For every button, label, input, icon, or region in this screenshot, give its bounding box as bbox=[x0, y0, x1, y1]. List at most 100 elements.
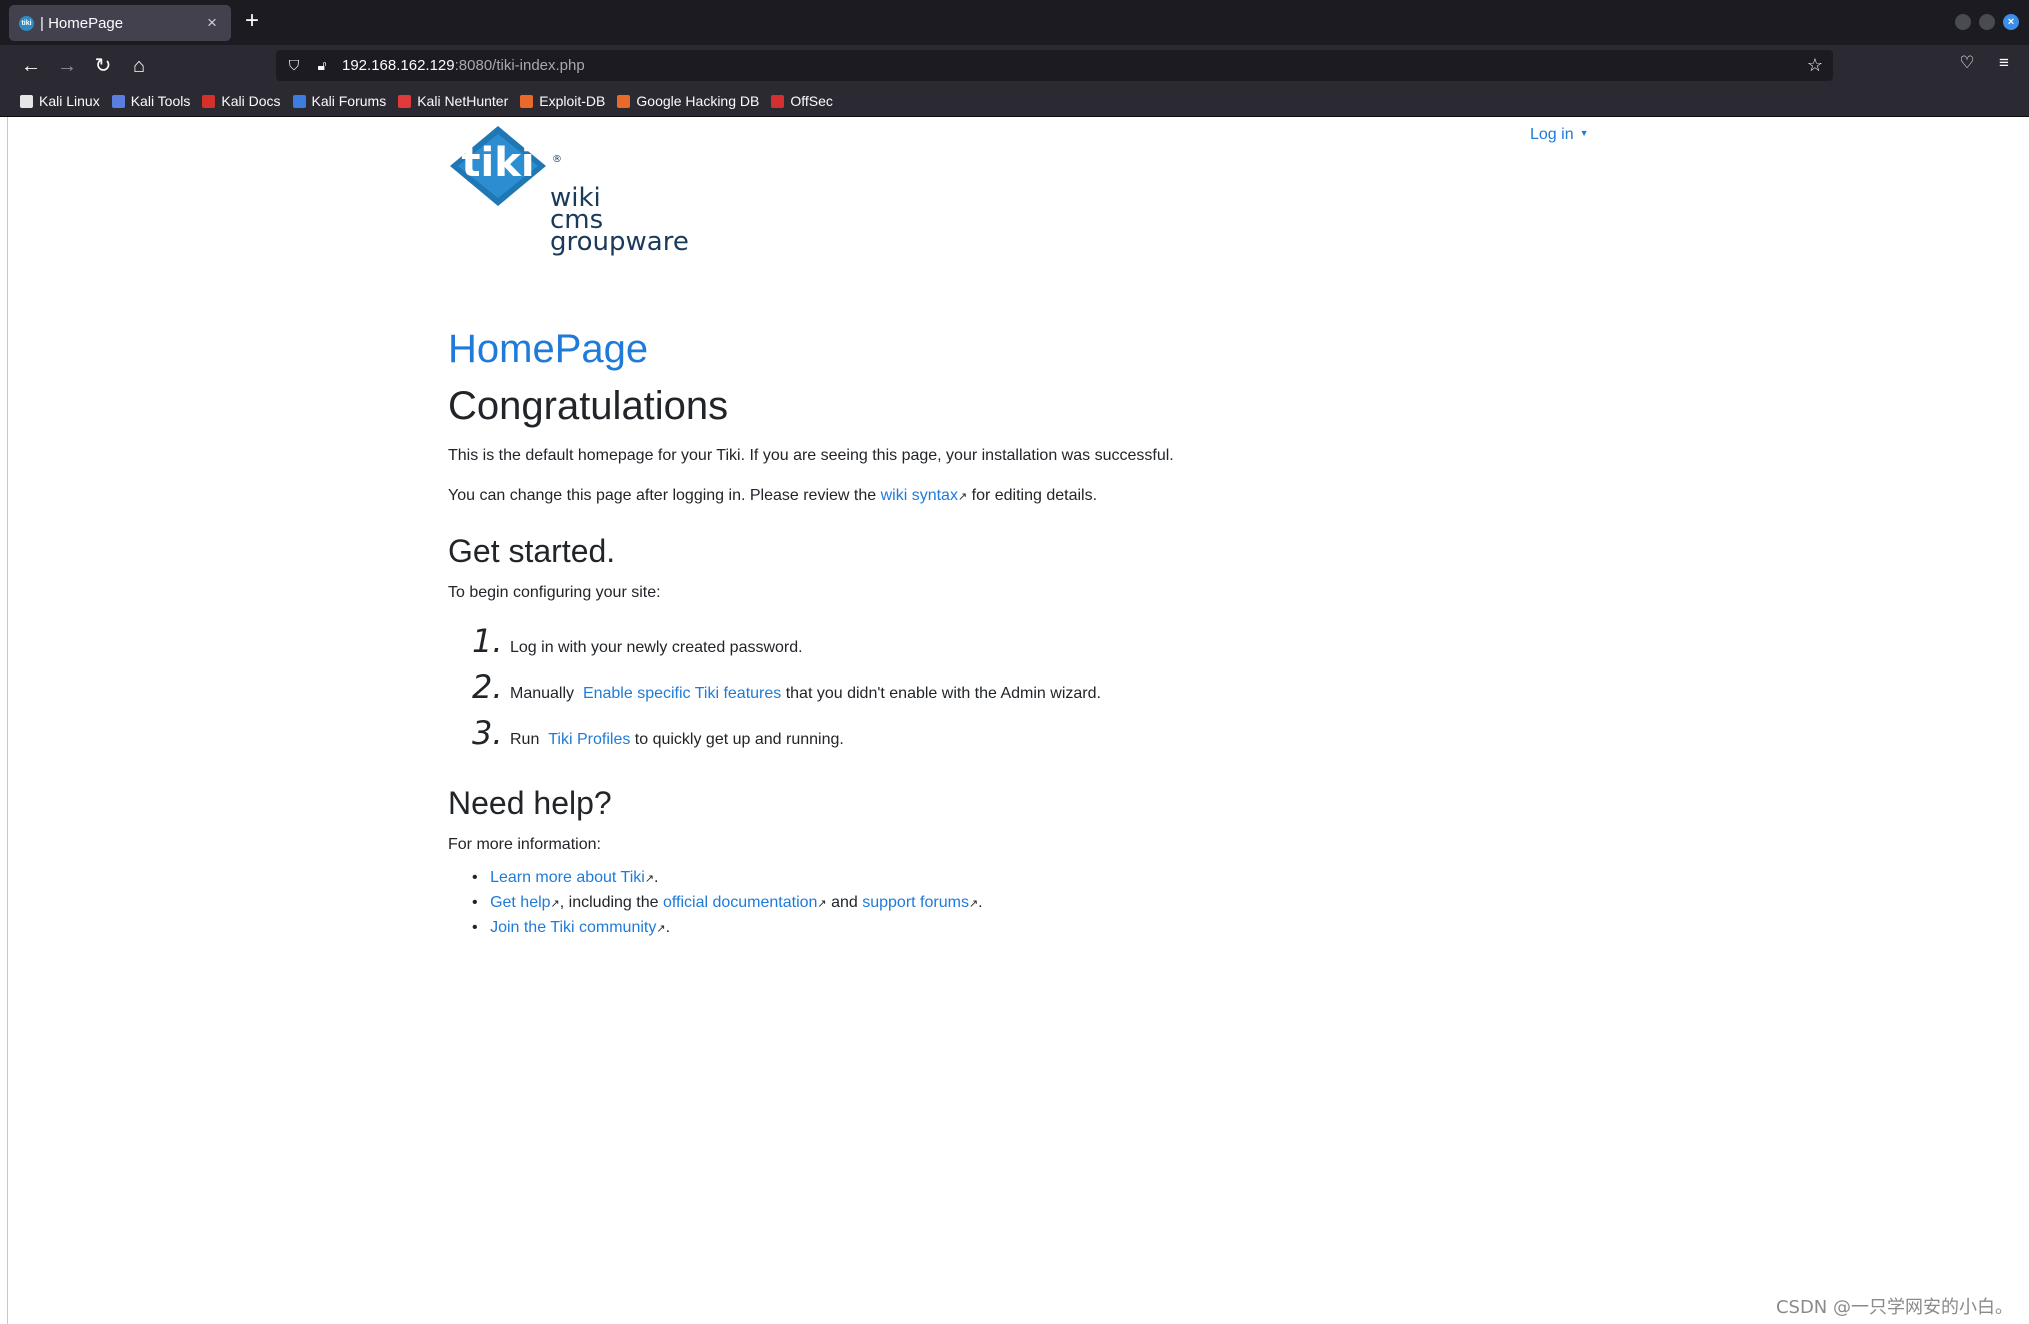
bookmark-kali-tools[interactable]: Kali Tools bbox=[111, 93, 191, 109]
step-text: Manually bbox=[510, 685, 579, 702]
learn-more-link[interactable]: Learn more about Tiki bbox=[490, 869, 645, 886]
logo-line-groupware: groupware bbox=[550, 227, 689, 257]
list-item: 2. Manually Enable specific Tiki feature… bbox=[472, 668, 1548, 714]
bookmark-kali-forums[interactable]: Kali Forums bbox=[292, 93, 387, 109]
bookmark-label: Kali Docs bbox=[221, 93, 281, 109]
login-dropdown[interactable]: Log in ▼ bbox=[1530, 126, 1589, 144]
address-bar[interactable]: ⛉ 🔓︎ 192.168.162.129:8080/tiki-index.php… bbox=[276, 50, 1833, 81]
forward-button[interactable]: → bbox=[54, 53, 80, 79]
kali-dragon-icon bbox=[20, 94, 33, 108]
bookmark-label: Kali Linux bbox=[39, 93, 100, 109]
step-text: Run bbox=[510, 731, 544, 748]
tab-title: | HomePage bbox=[40, 14, 124, 32]
bookmark-offsec[interactable]: OffSec bbox=[771, 93, 833, 109]
list-item: 3. Run Tiki Profiles to quickly get up a… bbox=[472, 714, 1548, 760]
bookmark-label: Kali Tools bbox=[130, 93, 191, 109]
bookmarks-toolbar: Kali Linux Kali Tools Kali Docs Kali For… bbox=[0, 86, 2029, 117]
main-content: HomePage Congratulations This is the def… bbox=[448, 325, 1548, 941]
offsec-icon bbox=[771, 94, 785, 108]
external-link-icon: ↗ bbox=[550, 898, 560, 910]
official-documentation-link[interactable]: official documentation bbox=[663, 894, 817, 911]
bookmark-label: Kali Forums bbox=[311, 93, 387, 109]
list-item: Learn more about Tiki↗. bbox=[472, 866, 1548, 891]
step-text-after: that you didn't enable with the Admin wi… bbox=[781, 685, 1101, 702]
step-number: 2. bbox=[472, 668, 503, 706]
bookmark-kali-docs[interactable]: Kali Docs bbox=[202, 93, 281, 109]
list-item: Join the Tiki community↗. bbox=[472, 916, 1548, 941]
external-link-icon: ↗ bbox=[644, 873, 655, 885]
tiki-profiles-link[interactable]: Tiki Profiles bbox=[548, 731, 630, 748]
bookmark-label: OffSec bbox=[790, 93, 833, 109]
join-community-link[interactable]: Join the Tiki community bbox=[490, 919, 656, 936]
new-tab-button[interactable]: + bbox=[240, 9, 264, 34]
step-number: 3. bbox=[472, 714, 503, 752]
punctuation: . bbox=[978, 894, 983, 911]
csdn-watermark: CSDN @一只学网安的小白。 bbox=[1775, 1297, 2013, 1318]
nethunter-icon bbox=[398, 94, 412, 108]
ghdb-icon bbox=[617, 94, 631, 108]
review-paragraph: You can change this page after logging i… bbox=[448, 485, 1548, 508]
punctuation: . bbox=[665, 919, 671, 936]
help-text: , including the bbox=[559, 894, 663, 911]
get-started-intro: To begin configuring your site: bbox=[448, 584, 661, 601]
external-link-icon: ↗ bbox=[957, 491, 968, 503]
help-list: Learn more about Tiki↗. Get help↗, inclu… bbox=[472, 866, 1548, 941]
get-started-heading: Get started. bbox=[448, 533, 616, 569]
bookmark-google-hacking-db[interactable]: Google Hacking DB bbox=[617, 93, 759, 109]
kali-forums-icon bbox=[292, 94, 306, 108]
close-tab-icon[interactable]: × bbox=[203, 13, 221, 33]
congratulations-heading: Congratulations bbox=[448, 384, 729, 428]
external-link-icon: ↗ bbox=[817, 898, 827, 910]
url-path: :8080/tiki-index.php bbox=[454, 57, 585, 74]
tab-bar: tiki | HomePage × + × bbox=[0, 0, 2029, 45]
bookmark-kali-linux[interactable]: Kali Linux bbox=[20, 93, 100, 109]
maximize-button[interactable] bbox=[1979, 14, 1995, 30]
review-text-after: for editing details. bbox=[967, 487, 1098, 504]
bookmark-label: Kali NetHunter bbox=[417, 93, 509, 109]
external-link-icon: ↗ bbox=[968, 898, 979, 910]
help-intro: For more information: bbox=[448, 836, 601, 853]
home-button[interactable]: ⌂ bbox=[126, 53, 152, 79]
back-button[interactable]: ← bbox=[18, 53, 44, 79]
need-help-heading: Need help? bbox=[448, 785, 612, 821]
step-text: Log in with your newly created password. bbox=[510, 639, 803, 656]
get-help-link[interactable]: Get help bbox=[490, 894, 550, 911]
pocket-icon[interactable]: ♡ bbox=[1955, 53, 1979, 73]
review-text-before: You can change this page after logging i… bbox=[448, 487, 881, 504]
shield-icon[interactable]: ⛉ bbox=[286, 57, 302, 74]
page-title[interactable]: HomePage bbox=[448, 325, 1548, 373]
bookmark-kali-nethunter[interactable]: Kali NetHunter bbox=[398, 93, 508, 109]
kali-docs-icon bbox=[202, 94, 216, 108]
enable-features-link[interactable]: Enable specific Tiki features bbox=[583, 685, 781, 702]
tiki-logo[interactable]: tiki ® wiki cms groupware bbox=[446, 124, 706, 264]
exploit-db-icon bbox=[520, 94, 534, 108]
step-text-after: to quickly get up and running. bbox=[630, 731, 844, 748]
wiki-syntax-link[interactable]: wiki syntax bbox=[881, 487, 958, 504]
punctuation: . bbox=[654, 869, 659, 886]
menu-icon[interactable]: ≡ bbox=[1992, 53, 2016, 73]
bookmark-star-icon[interactable]: ☆ bbox=[1807, 55, 1823, 76]
browser-tab[interactable]: tiki | HomePage × bbox=[9, 5, 231, 41]
tiki-favicon-icon: tiki bbox=[19, 15, 34, 31]
reload-button[interactable]: ↻ bbox=[90, 53, 116, 79]
external-link-icon: ↗ bbox=[656, 923, 666, 935]
page-left-border bbox=[0, 117, 8, 1324]
kali-tools-icon bbox=[111, 94, 125, 108]
help-text: and bbox=[826, 894, 863, 911]
support-forums-link[interactable]: support forums bbox=[862, 894, 969, 911]
step-number: 1. bbox=[472, 622, 503, 660]
intro-paragraph: This is the default homepage for your Ti… bbox=[448, 447, 1174, 464]
navigation-toolbar: ← → ↻ ⌂ ⛉ 🔓︎ 192.168.162.129:8080/tiki-i… bbox=[0, 45, 2029, 86]
steps-list: 1. Log in with your newly created passwo… bbox=[472, 622, 1548, 760]
logo-brand-text: tiki bbox=[461, 140, 534, 186]
close-window-button[interactable]: × bbox=[2003, 14, 2019, 30]
bookmark-exploit-db[interactable]: Exploit-DB bbox=[520, 93, 605, 109]
bookmark-label: Google Hacking DB bbox=[636, 93, 760, 109]
bookmark-label: Exploit-DB bbox=[539, 93, 606, 109]
minimize-button[interactable] bbox=[1955, 14, 1971, 30]
tiki-logo-badge: tiki ® bbox=[450, 126, 562, 206]
window-controls: × bbox=[1955, 14, 2019, 30]
url-host: 192.168.162.129 bbox=[342, 57, 455, 74]
insecure-lock-icon[interactable]: 🔓︎ bbox=[314, 57, 330, 74]
list-item: Get help↗, including the official docume… bbox=[472, 891, 1548, 916]
